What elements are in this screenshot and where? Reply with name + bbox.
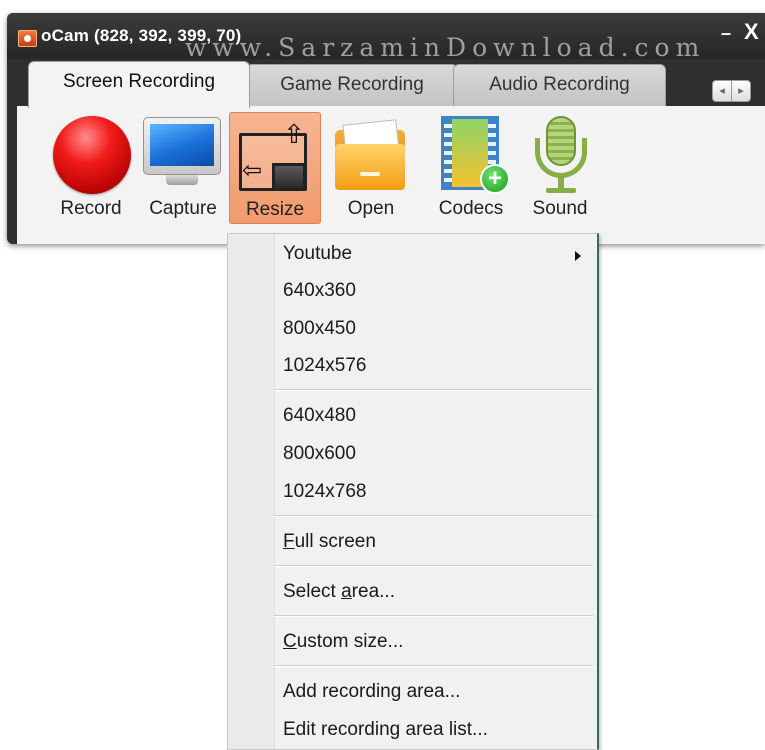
mnemonic-letter: F (283, 531, 295, 552)
menu-item-800x450[interactable]: 800x450 (283, 318, 356, 340)
menu-item-youtube-label: Youtube (283, 243, 353, 264)
monitor-icon (143, 117, 221, 175)
menu-item-1024x768[interactable]: 1024x768 (283, 481, 366, 503)
resize-small-frame (272, 163, 306, 191)
title-bar[interactable]: oCam (828, 392, 399, 70) www.SarzaminDow… (7, 13, 765, 62)
menu-separator (274, 389, 593, 391)
tab-scroll-left-button[interactable]: ◂ (712, 80, 732, 102)
menu-item-select-area[interactable]: Select area... (283, 581, 395, 603)
microphone-base (546, 188, 576, 193)
tab-audio-recording[interactable]: Audio Recording (453, 64, 666, 106)
menu-separator (274, 515, 593, 517)
menu-separator (274, 665, 593, 667)
sound-label: Sound (532, 198, 588, 219)
tab-game-recording[interactable]: Game Recording (246, 64, 458, 106)
menu-item-custom-size[interactable]: Custom size... (283, 631, 403, 653)
resize-button[interactable]: ⇧ ⇦ Resize (229, 112, 321, 224)
record-icon (53, 116, 131, 194)
toolbar: Record Capture ⇧ ⇦ Resize Open + Codecs (17, 106, 765, 244)
menu-item-full-screen[interactable]: Full screen (283, 531, 376, 553)
open-label: Open (347, 198, 395, 219)
menu-item-800x600[interactable]: 800x600 (283, 443, 356, 465)
sound-button[interactable]: Sound (522, 114, 598, 222)
close-icon[interactable]: X (744, 19, 759, 45)
codecs-button[interactable]: + Codecs (428, 114, 514, 222)
microphone-arc (535, 138, 587, 178)
submenu-arrow-icon (575, 251, 581, 261)
capture-label: Capture (149, 198, 217, 219)
menu-item-1024x576[interactable]: 1024x576 (283, 355, 366, 377)
ocam-app-icon (18, 30, 37, 47)
arrow-left-icon: ⇦ (242, 157, 263, 184)
tab-scroll-right-button[interactable]: ▸ (731, 80, 751, 102)
folder-front (335, 144, 405, 190)
resize-label: Resize (245, 199, 305, 220)
menu-item-text: rea... (351, 581, 395, 602)
menu-separator (274, 565, 593, 567)
mnemonic-letter: C (283, 631, 297, 652)
folder-slot (360, 172, 380, 176)
monitor-stand (166, 175, 198, 185)
minimize-icon[interactable]: – (721, 23, 731, 44)
menu-item-text: ustom size... (296, 631, 404, 652)
tab-screen-recording[interactable]: Screen Recording (28, 61, 250, 108)
menu-icon-gutter (228, 234, 275, 749)
codecs-label: Codecs (438, 198, 504, 219)
resize-dropdown-menu: Youtube 640x360 800x450 1024x576 640x480… (227, 233, 599, 750)
menu-separator (274, 615, 593, 617)
record-button[interactable]: Record (44, 114, 138, 222)
menu-item-640x360[interactable]: 640x360 (283, 280, 356, 302)
plus-icon: + (480, 164, 510, 194)
mnemonic-letter: a (341, 581, 352, 602)
menu-item-add-recording-area[interactable]: Add recording area... (283, 681, 460, 703)
menu-item-edit-recording-area-list[interactable]: Edit recording area list... (283, 719, 488, 741)
menu-item-youtube[interactable]: Youtube (283, 243, 583, 265)
menu-item-text: ull screen (294, 531, 376, 552)
record-label: Record (60, 198, 122, 219)
open-button[interactable]: Open (330, 114, 412, 222)
menu-item-text: Select (283, 581, 342, 602)
arrow-up-icon: ⇧ (283, 119, 305, 149)
menu-item-640x480[interactable]: 640x480 (283, 405, 356, 427)
capture-button[interactable]: Capture (138, 114, 228, 222)
ocam-window: oCam (828, 392, 399, 70) www.SarzaminDow… (7, 13, 765, 244)
mode-tabs: Screen Recording Game Recording Audio Re… (17, 58, 765, 108)
